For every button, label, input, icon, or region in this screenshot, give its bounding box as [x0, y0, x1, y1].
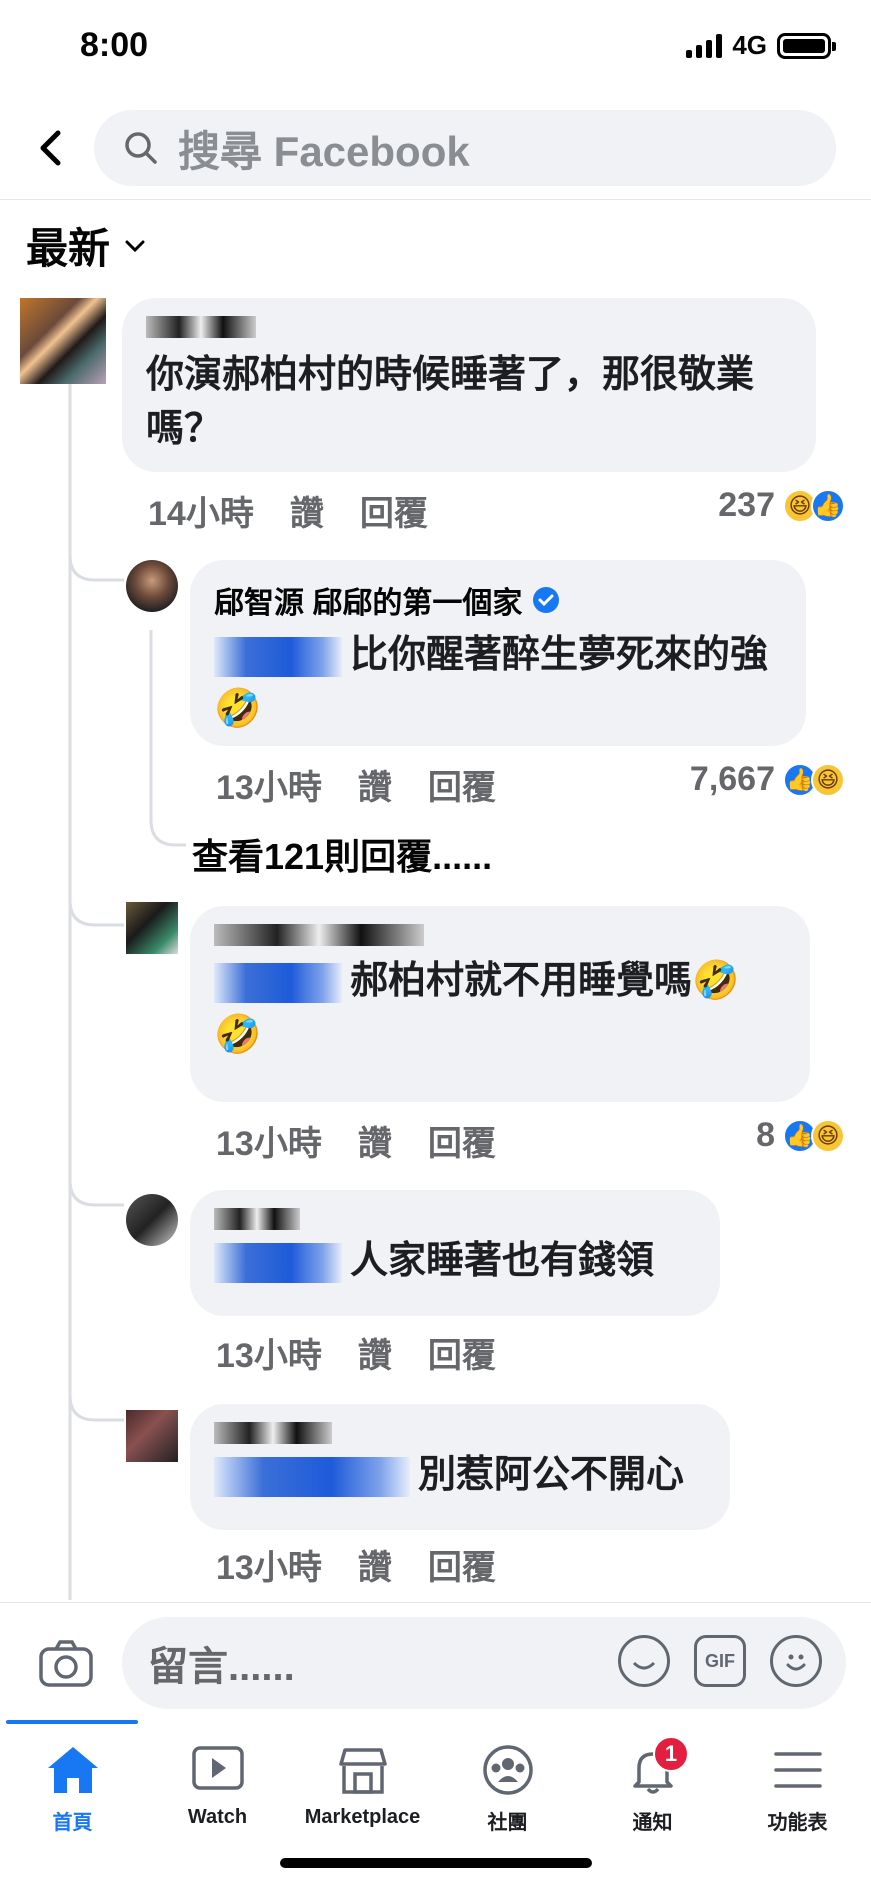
status-bar: 8:00 4G: [0, 0, 871, 96]
search-icon: [125, 132, 157, 164]
avatar[interactable]: [126, 560, 178, 612]
avatar[interactable]: [20, 298, 106, 384]
like-link[interactable]: 讚: [290, 486, 324, 535]
reply-link[interactable]: 回覆: [360, 486, 428, 535]
comment-text: 比你醒著醉生夢死來的強🤣: [214, 634, 769, 730]
chevron-down-icon: [125, 240, 145, 252]
comment-author[interactable]: [214, 1208, 696, 1230]
comment-meta: 13小時 讚 回覆: [216, 1328, 532, 1377]
comment-time: 13小時: [216, 1337, 322, 1375]
network-label: 4G: [732, 30, 767, 60]
status-time: 8:00: [80, 26, 149, 64]
comment-meta: 14小時 讚 回覆: [148, 486, 464, 535]
sort-label: 最新: [26, 225, 111, 272]
avatar[interactable]: [126, 1194, 178, 1246]
comment-author[interactable]: [214, 1422, 706, 1444]
tab-label: 功能表: [767, 1812, 828, 1834]
comment-meta: 13小時 讚 回覆: [216, 1116, 532, 1165]
reaction-count[interactable]: 8 👍 😆: [756, 1116, 845, 1155]
tab-groups[interactable]: 社團: [435, 1744, 580, 1835]
comment-bubble: 別惹阿公不開心: [190, 1404, 730, 1530]
comment-bubble: 人家睡著也有錢領: [190, 1190, 720, 1316]
comment-meta: 13小時 讚 回覆: [216, 1540, 532, 1589]
tab-home[interactable]: 首頁: [0, 1744, 145, 1835]
tab-label: 首頁: [52, 1812, 93, 1834]
tab-label: 通知: [632, 1812, 673, 1834]
composer-icons: GIF: [618, 1635, 822, 1687]
home-indicator: [280, 1858, 592, 1868]
reply-link[interactable]: 回覆: [428, 1328, 496, 1377]
search-input[interactable]: 搜尋 Facebook: [94, 110, 836, 186]
menu-icon: [773, 1752, 822, 1788]
signal-icon: [686, 33, 723, 58]
comment-time: 13小時: [216, 769, 322, 807]
comment-text: 你演郝柏村的時候睡著了，那很敬業嗎？: [146, 354, 755, 450]
mention-tag[interactable]: [214, 636, 342, 677]
avatar[interactable]: [126, 902, 178, 954]
active-tab-indicator: [6, 1720, 138, 1724]
tab-label: 社團: [487, 1812, 528, 1834]
view-replies-link[interactable]: 查看121則回覆......: [192, 828, 492, 880]
comment-author[interactable]: [146, 316, 792, 338]
tab-menu[interactable]: 功能表: [725, 1744, 870, 1835]
comment-bubble: 你演郝柏村的時候睡著了，那很敬業嗎？: [122, 298, 816, 472]
comment-time: 13小時: [216, 1125, 322, 1163]
top-bar: 搜尋 Facebook: [0, 104, 871, 200]
comment-author[interactable]: 郈智源 郈郈的第一個家: [214, 578, 782, 622]
mention-tag[interactable]: [214, 1242, 342, 1283]
reply-link[interactable]: 回覆: [428, 1540, 496, 1589]
avatar[interactable]: [126, 1410, 178, 1462]
haha-icon: 😆: [811, 1118, 845, 1153]
emoji-icon[interactable]: [770, 1635, 822, 1687]
search-placeholder: 搜尋 Facebook: [178, 127, 470, 175]
camera-icon: [39, 1640, 93, 1687]
tab-label: Marketplace: [304, 1806, 421, 1828]
haha-icon: 😆: [811, 762, 845, 797]
reaction-count[interactable]: 237 😆 👍: [718, 486, 845, 525]
home-icon: [47, 1747, 98, 1793]
sort-dropdown[interactable]: 最新: [26, 215, 146, 276]
comment-meta: 13小時 讚 回覆: [216, 760, 532, 809]
notification-badge: 1: [653, 1736, 689, 1772]
reply-link[interactable]: 回覆: [428, 1116, 496, 1165]
comment-bubble: 郝柏村就不用睡覺嗎🤣🤣: [190, 906, 810, 1102]
gif-icon[interactable]: GIF: [694, 1635, 746, 1687]
camera-button[interactable]: [38, 1637, 94, 1689]
tab-watch[interactable]: Watch: [145, 1744, 290, 1829]
marketplace-icon: [338, 1748, 387, 1794]
tab-marketplace[interactable]: Marketplace: [290, 1744, 435, 1829]
comment-placeholder: 留言......: [148, 1645, 295, 1689]
comment-text: 人家睡著也有錢領: [214, 1234, 696, 1288]
comment-author[interactable]: [214, 924, 786, 946]
comment-time: 14小時: [148, 495, 254, 533]
groups-icon: [482, 1745, 533, 1795]
like-link[interactable]: 讚: [358, 760, 392, 809]
comment-bubble: 郈智源 郈郈的第一個家 比你醒著醉生夢死來的強🤣: [190, 560, 806, 746]
comment-text: 郝柏村就不用睡覺嗎🤣🤣: [214, 960, 740, 1056]
status-indicators: 4G: [686, 30, 836, 61]
watch-icon: [191, 1746, 244, 1790]
tab-label: Watch: [187, 1806, 248, 1828]
verified-icon: [533, 587, 560, 613]
chevron-left-icon: [40, 130, 61, 166]
mention-tag[interactable]: [214, 962, 342, 1003]
avatar-sticker-icon[interactable]: [618, 1635, 670, 1687]
comment-text: 別惹阿公不開心: [214, 1448, 706, 1502]
reaction-count[interactable]: 7,667 👍 😆: [690, 760, 845, 799]
reaction-number: 7,667: [689, 760, 775, 798]
tab-notifications[interactable]: 1 通知: [580, 1736, 725, 1835]
like-link[interactable]: 讚: [358, 1116, 392, 1165]
comment-time: 13小時: [216, 1549, 322, 1587]
like-link[interactable]: 讚: [358, 1328, 392, 1377]
back-button[interactable]: [28, 126, 72, 170]
comment-input[interactable]: 留言...... GIF: [122, 1617, 846, 1709]
reaction-number: 237: [718, 486, 775, 524]
reply-link[interactable]: 回覆: [428, 760, 496, 809]
battery-icon: [777, 32, 836, 59]
comment-composer: 留言...... GIF: [0, 1602, 871, 1720]
like-icon: 👍: [811, 488, 845, 523]
reaction-number: 8: [756, 1116, 775, 1154]
like-link[interactable]: 讚: [358, 1540, 392, 1589]
mention-tag[interactable]: [214, 1456, 410, 1497]
